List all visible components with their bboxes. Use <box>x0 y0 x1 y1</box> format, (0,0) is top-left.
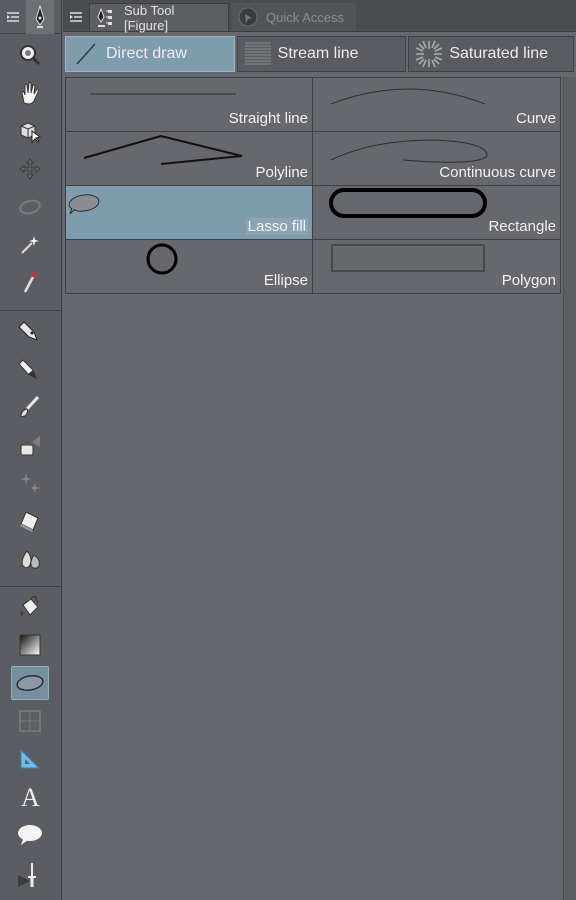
frame-border-icon[interactable] <box>11 704 49 738</box>
tab-sub-tool[interactable]: Sub Tool [Figure] <box>89 2 229 33</box>
sub-tool-panel: Sub Tool [Figure] Quick Access Direct dr… <box>63 0 576 900</box>
saturated-line-icon <box>415 40 443 68</box>
move-layer-icon[interactable] <box>11 152 49 186</box>
sub-tool-grid: Straight line Curve Polyline Continuous … <box>65 77 561 294</box>
subtool-ellipse[interactable]: Ellipse <box>65 240 313 294</box>
figure-icon[interactable] <box>11 666 49 700</box>
panel-tab-bar: Sub Tool [Figure] Quick Access <box>63 0 576 33</box>
subtool-lasso-fill[interactable]: Lasso fill <box>65 186 313 240</box>
operation-icon[interactable] <box>11 114 49 148</box>
subtool-curve[interactable]: Curve <box>313 78 561 132</box>
group-stream-line-label: Stream line <box>277 45 359 62</box>
stream-line-icon <box>244 40 272 68</box>
sub-tool-tab-icon <box>96 7 118 29</box>
tool-palette-menu-icon[interactable] <box>0 0 26 34</box>
pen-tab-icon[interactable] <box>26 0 54 34</box>
group-stream-line-button[interactable]: Stream line <box>236 36 407 72</box>
direct-draw-icon <box>72 40 100 68</box>
sub-tool-group-bar: Direct draw Stream line Saturated line <box>63 32 576 74</box>
decoration-icon[interactable] <box>11 466 49 500</box>
gradient-icon[interactable] <box>11 628 49 662</box>
hand-icon[interactable] <box>11 76 49 110</box>
group-saturated-line-label: Saturated line <box>449 45 549 62</box>
toolbar-divider <box>0 310 62 311</box>
tool-palette: A <box>0 0 62 900</box>
group-direct-draw-button[interactable]: Direct draw <box>65 36 235 72</box>
subtool-straight-line[interactable]: Straight line <box>65 78 313 132</box>
subtool-label: Straight line <box>228 110 308 127</box>
subtool-label: Curve <box>515 110 556 127</box>
subtool-continuous-curve[interactable]: Continuous curve <box>313 132 561 186</box>
zoom-icon[interactable] <box>11 38 49 72</box>
subtool-label: Lasso fill <box>245 218 308 235</box>
subtool-label: Polyline <box>255 164 308 181</box>
group-direct-draw-label: Direct draw <box>106 45 187 62</box>
vertical-scrollbar[interactable] <box>563 77 576 900</box>
group-saturated-line-button[interactable]: Saturated line <box>408 36 574 72</box>
tab-quick-access-label: Quick Access <box>266 9 345 25</box>
subtool-label: Polygon <box>501 272 556 289</box>
subtool-polyline[interactable]: Polyline <box>65 132 313 186</box>
eyedropper-icon[interactable] <box>11 266 49 300</box>
subtool-label: Ellipse <box>263 272 308 289</box>
subtool-label: Rectangle <box>488 218 556 235</box>
text-icon[interactable]: A <box>11 780 49 814</box>
correct-line-icon[interactable] <box>11 858 49 892</box>
airbrush-icon[interactable] <box>11 428 49 462</box>
ruler-icon[interactable] <box>11 742 49 776</box>
fill-icon[interactable] <box>11 590 49 624</box>
tool-palette-header <box>0 0 61 34</box>
auto-select-icon[interactable] <box>11 228 49 262</box>
quick-access-icon <box>237 6 259 28</box>
selection-icon[interactable] <box>11 190 49 224</box>
blend-icon[interactable] <box>11 542 49 576</box>
subtool-rectangle[interactable]: Rectangle <box>313 186 561 240</box>
tab-quick-access[interactable]: Quick Access <box>231 3 356 31</box>
toolbar-divider <box>0 586 62 587</box>
pen-icon[interactable] <box>11 314 49 348</box>
balloon-icon[interactable] <box>11 818 49 852</box>
subtool-label: Continuous curve <box>439 164 556 181</box>
svg-text:A: A <box>21 784 40 810</box>
brush-icon[interactable] <box>11 390 49 424</box>
pencil-icon[interactable] <box>11 352 49 386</box>
panel-menu-icon[interactable] <box>63 3 89 31</box>
eraser-icon[interactable] <box>11 504 49 538</box>
tab-sub-tool-label: Sub Tool [Figure] <box>124 2 175 33</box>
subtool-polygon[interactable]: Polygon <box>313 240 561 294</box>
